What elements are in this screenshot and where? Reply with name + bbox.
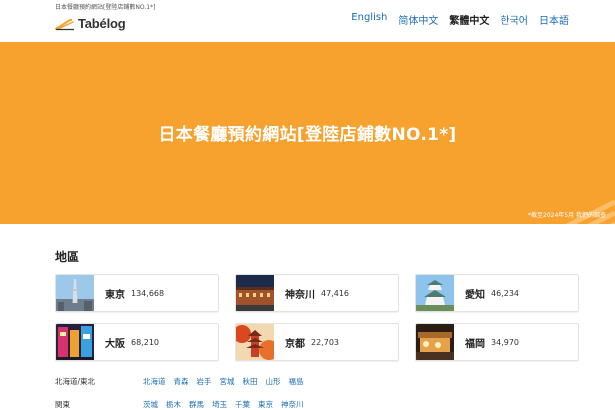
pref-link-tochigi[interactable]: 栃木 xyxy=(166,399,181,410)
region-row-kanto: 関東 茨城 栃木 群馬 埼玉 千葉 東京 神奈川 xyxy=(55,399,600,410)
pref-link-tokyo[interactable]: 東京 xyxy=(258,399,273,410)
lang-japanese[interactable]: 日本語 xyxy=(539,12,569,27)
pref-link-yamagata[interactable]: 山形 xyxy=(266,376,281,387)
city-name: 京都 xyxy=(285,338,305,350)
city-cards: 東京 134,668 神奈川 47,416 愛知 46,234 大阪 68,21… xyxy=(55,274,599,361)
hero-banner: 日本餐廳預約網站[登陸店鋪數NO.1*] *截至2024年5月 我們的調查 xyxy=(0,42,615,224)
pref-link-iwate[interactable]: 岩手 xyxy=(197,376,212,387)
city-card-kyoto[interactable]: 京都 22,703 xyxy=(235,323,399,361)
logo-text: Tabélog xyxy=(78,16,126,31)
city-card-tokyo[interactable]: 東京 134,668 xyxy=(55,274,219,312)
nagoya-castle-photo xyxy=(416,275,454,311)
prefecture-links: 茨城 栃木 群馬 埼玉 千葉 東京 神奈川 xyxy=(143,399,304,410)
pref-link-chiba[interactable]: 千葉 xyxy=(235,399,250,410)
pref-link-fukushima[interactable]: 福島 xyxy=(289,376,304,387)
city-name: 神奈川 xyxy=(285,289,315,301)
city-count: 134,668 xyxy=(131,288,165,298)
kanagawa-brick-warehouse-photo xyxy=(236,275,274,311)
pref-link-miyagi[interactable]: 宮城 xyxy=(220,376,235,387)
osaka-dotonbori-photo xyxy=(56,324,94,360)
city-card-kanagawa[interactable]: 神奈川 47,416 xyxy=(235,274,399,312)
region-name: 関東 xyxy=(55,400,70,409)
pref-link-saitama[interactable]: 埼玉 xyxy=(212,399,227,410)
city-name: 大阪 xyxy=(105,338,125,350)
city-name: 東京 xyxy=(105,289,125,301)
city-name: 愛知 xyxy=(465,289,485,301)
prefecture-links: 北海道 青森 岩手 宮城 秋田 山形 福島 xyxy=(143,376,304,387)
pref-link-kanagawa[interactable]: 神奈川 xyxy=(281,399,304,410)
city-count: 68,210 xyxy=(131,337,159,347)
fukuoka-yatai-photo xyxy=(416,324,454,360)
lang-korean[interactable]: 한국어 xyxy=(500,12,528,27)
areas-title: 地區 xyxy=(55,250,80,264)
lang-english[interactable]: English xyxy=(351,12,387,27)
pref-link-aomori[interactable]: 青森 xyxy=(174,376,189,387)
hero-title: 日本餐廳預約網站[登陸店鋪數NO.1*] xyxy=(158,125,457,145)
top-note: 日本餐廳預約網站[登陸店鋪數NO.1*] xyxy=(55,4,156,11)
lang-simplified-chinese[interactable]: 简体中文 xyxy=(398,12,438,27)
pref-link-gunma[interactable]: 群馬 xyxy=(189,399,204,410)
tabelog-logo[interactable]: Tabélog xyxy=(55,16,126,31)
city-count: 22,703 xyxy=(311,337,339,347)
city-card-aichi[interactable]: 愛知 46,234 xyxy=(415,274,579,312)
region-list: 北海道/東北 北海道 青森 岩手 宮城 秋田 山形 福島 関東 茨城 栃木 群馬… xyxy=(55,376,600,410)
pref-link-akita[interactable]: 秋田 xyxy=(243,376,258,387)
logo-icon xyxy=(55,18,74,30)
region-row-hokkaido-tohoku: 北海道/東北 北海道 青森 岩手 宮城 秋田 山形 福島 xyxy=(55,376,600,399)
city-card-fukuoka[interactable]: 福岡 34,970 xyxy=(415,323,579,361)
region-name: 北海道/東北 xyxy=(55,377,96,386)
city-count: 34,970 xyxy=(491,337,519,347)
kyoto-pagoda-autumn-photo xyxy=(236,324,274,360)
language-switcher: English 简体中文 繁體中文 한국어 日本語 xyxy=(351,12,569,27)
city-name: 福岡 xyxy=(465,338,485,350)
city-count: 47,416 xyxy=(321,288,349,298)
city-count: 46,234 xyxy=(491,288,519,298)
lang-traditional-chinese[interactable]: 繁體中文 xyxy=(449,12,489,27)
pref-link-ibaraki[interactable]: 茨城 xyxy=(143,399,158,410)
hero-footnote: *截至2024年5月 我們的調查 xyxy=(528,212,606,219)
tokyo-skytree-photo xyxy=(56,275,94,311)
city-card-osaka[interactable]: 大阪 68,210 xyxy=(55,323,219,361)
pref-link-hokkaido[interactable]: 北海道 xyxy=(143,376,166,387)
